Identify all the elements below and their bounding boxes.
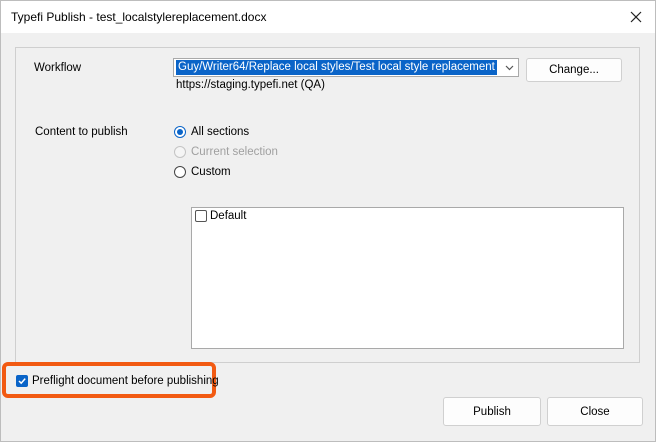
preflight-checkbox[interactable] xyxy=(16,375,28,387)
radio-button xyxy=(174,146,186,158)
change-workflow-button[interactable]: Change... xyxy=(526,58,622,82)
close-button[interactable]: Close xyxy=(547,397,643,426)
workflow-value: Guy/Writer64/Replace local styles/Test l… xyxy=(176,60,497,75)
radio-label: All sections xyxy=(191,126,250,138)
window-title: Typefi Publish - test_localstylereplacem… xyxy=(11,10,267,24)
radio-label: Current selection xyxy=(191,146,278,158)
radio-label: Custom xyxy=(191,166,231,178)
list-item-label: Default xyxy=(210,210,247,222)
close-window-button[interactable] xyxy=(623,4,649,30)
section-checkbox[interactable] xyxy=(195,210,207,222)
publish-button[interactable]: Publish xyxy=(443,397,541,426)
chevron-down-icon xyxy=(502,59,516,76)
workflow-label: Workflow xyxy=(34,62,82,74)
title-bar: Typefi Publish - test_localstylereplacem… xyxy=(1,1,655,33)
close-icon xyxy=(630,11,642,23)
content-label: Content to publish xyxy=(35,126,128,138)
checkmark-icon xyxy=(18,378,26,385)
sections-list[interactable]: Default xyxy=(191,207,624,349)
radio-button[interactable] xyxy=(174,126,186,138)
publish-dialog: Typefi Publish - test_localstylereplacem… xyxy=(0,0,656,442)
workflow-dropdown[interactable]: Guy/Writer64/Replace local styles/Test l… xyxy=(173,58,519,77)
radio-button[interactable] xyxy=(174,166,186,178)
preflight-label: Preflight document before publishing xyxy=(32,375,219,387)
server-url: https://staging.typefi.net (QA) xyxy=(176,79,325,91)
